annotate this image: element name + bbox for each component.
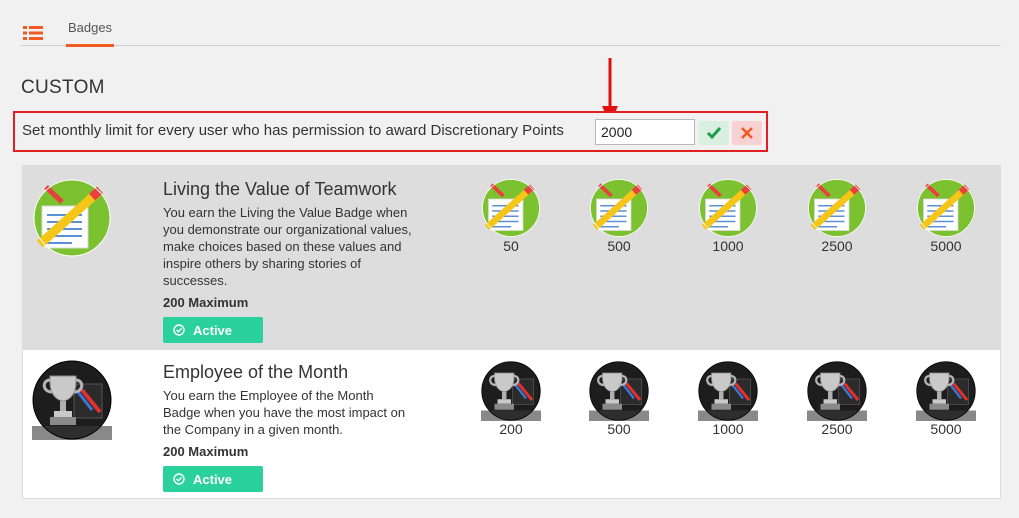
check-icon <box>706 127 722 140</box>
header-tabs: Badges <box>21 0 1001 47</box>
level-points: 2500 <box>821 421 853 437</box>
cancel-button[interactable] <box>732 121 762 145</box>
monthly-limit-input[interactable] <box>595 119 695 145</box>
monthly-limit-label: Set monthly limit for every user who has… <box>22 122 564 139</box>
pencil-document-badge-icon <box>807 178 867 238</box>
badge-level[interactable]: 200 <box>471 361 551 437</box>
monthly-limit-panel: Set monthly limit for every user who has… <box>13 111 768 152</box>
close-icon <box>741 127 753 139</box>
badge-table: Living the Value of Teamwork You earn th… <box>22 165 1001 499</box>
pencil-document-badge-icon <box>916 178 976 238</box>
level-points: 500 <box>607 238 631 254</box>
trophy-badge-icon <box>916 361 976 421</box>
badge-level[interactable]: 2500 <box>797 178 877 254</box>
tab-badges[interactable]: Badges <box>66 0 114 47</box>
list-icon[interactable] <box>23 25 43 41</box>
badge-level[interactable]: 1000 <box>688 178 768 254</box>
level-points: 200 <box>499 421 523 437</box>
badge-levels: 50 500 1000 2500 5000 <box>23 166 1000 350</box>
level-points: 50 <box>503 238 519 254</box>
badge-level[interactable]: 500 <box>579 178 659 254</box>
badge-level[interactable]: 5000 <box>906 361 986 437</box>
badge-level[interactable]: 50 <box>471 178 551 254</box>
trophy-badge-icon <box>698 361 758 421</box>
badge-level[interactable]: 5000 <box>906 178 986 254</box>
badge-level[interactable]: 2500 <box>797 361 877 437</box>
level-points: 1000 <box>712 238 744 254</box>
trophy-badge-icon <box>589 361 649 421</box>
level-points: 5000 <box>930 238 962 254</box>
level-points: 500 <box>607 421 631 437</box>
section-title: CUSTOM <box>21 77 105 98</box>
level-points: 5000 <box>930 421 962 437</box>
level-points: 2500 <box>821 238 853 254</box>
badge-levels: 200 500 1000 2500 5000 <box>23 350 1000 498</box>
badge-level[interactable]: 500 <box>579 361 659 437</box>
level-points: 1000 <box>712 421 744 437</box>
pencil-document-badge-icon <box>589 178 649 238</box>
badge-row[interactable]: Living the Value of Teamwork You earn th… <box>23 166 1000 350</box>
confirm-button[interactable] <box>699 121 729 145</box>
trophy-badge-icon <box>481 361 541 421</box>
badge-level[interactable]: 1000 <box>688 361 768 437</box>
trophy-badge-icon <box>807 361 867 421</box>
pencil-document-badge-icon <box>698 178 758 238</box>
pencil-document-badge-icon <box>481 178 541 238</box>
badge-row[interactable]: Employee of the Month You earn the Emplo… <box>23 350 1000 498</box>
